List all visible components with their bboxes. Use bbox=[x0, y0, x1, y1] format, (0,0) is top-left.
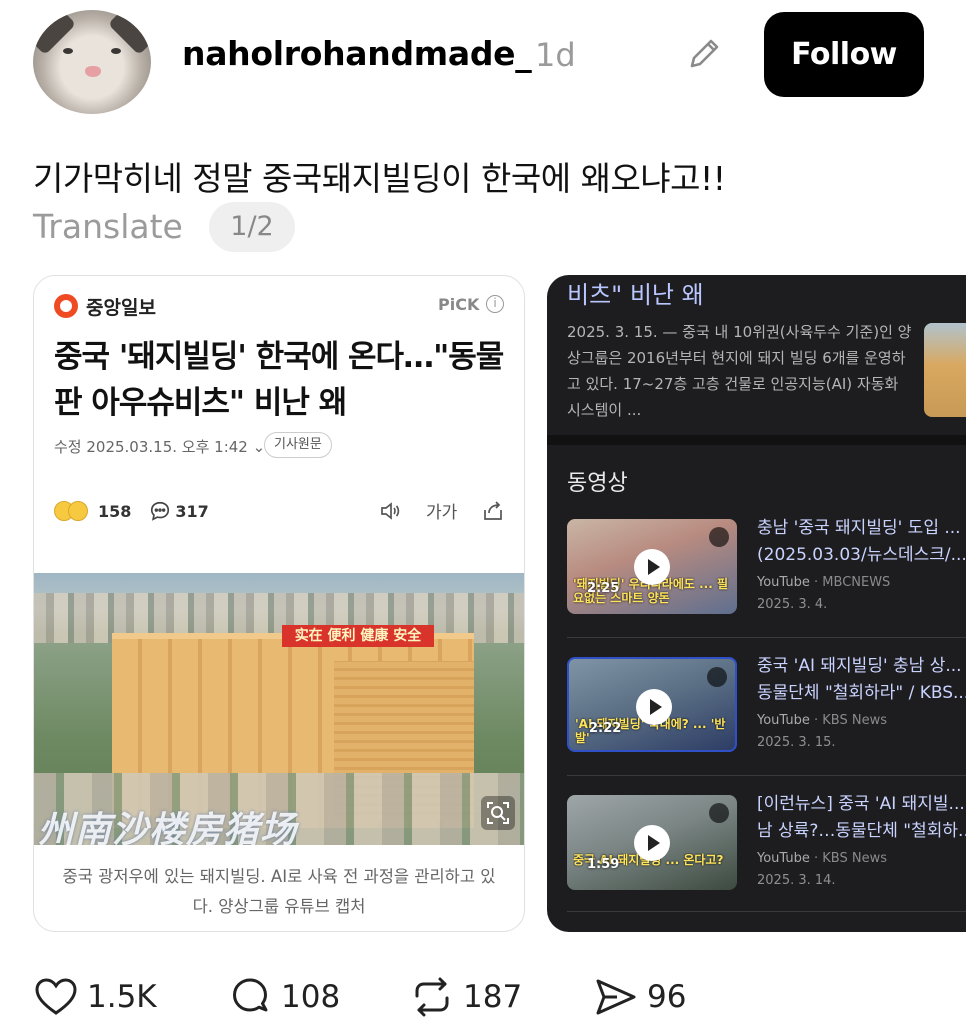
video-channel: MBCNEWS bbox=[822, 575, 891, 590]
video-result[interactable]: 중국 AI 돼지빌딩 ... 온다고? 1:59 [이런뉴스] 중국 'AI 돼… bbox=[567, 794, 966, 905]
info-icon[interactable]: i bbox=[486, 295, 504, 313]
play-icon[interactable] bbox=[634, 825, 670, 861]
article-timestamp: 수정 2025.03.15. 오후 1:42 bbox=[54, 438, 248, 456]
page-indicator: 1/2 bbox=[209, 202, 295, 252]
video-thumbnail[interactable]: 'AI 돼지빌딩' 국내에? ... '반발' 2:22 bbox=[567, 657, 737, 752]
article-headline[interactable]: 중국 '돼지빌딩' 한국에 온다…"동물판 아우슈비츠" 비난 왜 bbox=[54, 334, 514, 426]
speaker-icon[interactable] bbox=[378, 499, 402, 523]
comment-count: 317 bbox=[175, 501, 209, 521]
section-divider bbox=[547, 435, 966, 445]
video-duration: 1:59 bbox=[587, 857, 620, 872]
row-separator bbox=[567, 775, 966, 776]
publisher-name: 중앙일보 bbox=[86, 297, 156, 319]
video-title-line: 동물단체 "철회하라" / KBS... bbox=[757, 683, 966, 703]
reaction-emoji-icon[interactable] bbox=[54, 499, 98, 523]
article-card[interactable]: 중앙일보 PiCK i 중국 '돼지빌딩' 한국에 온다…"동물판 아우슈비츠"… bbox=[33, 275, 525, 932]
follow-button[interactable]: Follow bbox=[764, 12, 924, 97]
row-separator bbox=[567, 911, 966, 912]
video-title[interactable]: 중국 'AI 돼지빌딩' 충남 상... 동물단체 "철회하라" / KBS..… bbox=[757, 653, 966, 707]
video-thumbnail[interactable]: 중국 AI 돼지빌딩 ... 온다고? 1:59 bbox=[567, 795, 737, 890]
comment-icon[interactable] bbox=[149, 500, 171, 522]
edit-icon[interactable] bbox=[684, 34, 724, 74]
avatar-nose bbox=[85, 66, 101, 77]
video-source: YouTube · KBS News bbox=[757, 713, 887, 728]
post-time: 1d bbox=[535, 36, 576, 74]
share-icon[interactable] bbox=[481, 499, 505, 523]
row-separator bbox=[567, 637, 966, 638]
avatar-eye bbox=[111, 48, 121, 54]
photo-caption: 중국 광저우에 있는 돼지빌딩. AI로 사육 전 과정을 관리하고 있다. 양… bbox=[62, 867, 496, 916]
zoom-icon[interactable] bbox=[481, 796, 515, 830]
share-count: 96 bbox=[647, 979, 687, 1015]
video-result[interactable]: '돼지빌딩' 우리나라에도 ... 필요없는 스마트 양돈 2:25 충남 '중… bbox=[567, 518, 966, 629]
repost-icon bbox=[415, 977, 449, 1017]
article-tools: 가가 bbox=[378, 498, 505, 523]
video-source: YouTube · MBCNEWS bbox=[757, 575, 890, 590]
avatar-eye bbox=[63, 48, 73, 54]
video-title-line: (2025.03.03/뉴스데스크/... bbox=[757, 545, 966, 565]
publisher-logo bbox=[54, 294, 78, 318]
video-title-line: [이런뉴스] 중국 'AI 돼지빌... bbox=[757, 794, 965, 814]
minimize-icon[interactable] bbox=[707, 667, 727, 687]
minimize-icon[interactable] bbox=[709, 527, 729, 547]
minimize-icon[interactable] bbox=[709, 803, 729, 823]
avatar[interactable] bbox=[33, 10, 151, 114]
translate-link[interactable]: Translate bbox=[33, 207, 183, 246]
video-duration: 2:25 bbox=[587, 581, 620, 596]
play-icon[interactable] bbox=[636, 689, 672, 725]
like-count: 1.5K bbox=[87, 979, 157, 1015]
video-title[interactable]: [이런뉴스] 중국 'AI 돼지빌... 남 상륙?…동물단체 "철회하... bbox=[757, 791, 966, 845]
article-meta: 수정 2025.03.15. 오후 1:42 ⌄ bbox=[54, 436, 265, 457]
result-thumbnail[interactable] bbox=[924, 323, 966, 417]
video-section-heading: 동영상 bbox=[567, 471, 628, 496]
reactions-bar: 158 317 bbox=[54, 498, 227, 524]
result-snippet: 2025. 3. 15. — 중국 내 10위권(사육두수 기준)인 양상그룹은… bbox=[567, 323, 912, 419]
repost-count: 187 bbox=[463, 979, 523, 1015]
pick-label: PiCK bbox=[438, 295, 480, 314]
video-thumbnail[interactable]: '돼지빌딩' 우리나라에도 ... 필요없는 스마트 양돈 2:25 bbox=[567, 519, 737, 614]
video-result[interactable]: 'AI 돼지빌딩' 국내에? ... '반발' 2:22 중국 'AI 돼지빌딩… bbox=[567, 656, 966, 767]
video-platform: YouTube bbox=[757, 713, 810, 728]
reply-count: 108 bbox=[281, 979, 341, 1015]
video-platform: YouTube bbox=[757, 851, 810, 866]
reaction-count: 158 bbox=[98, 501, 132, 521]
video-title-line: 중국 'AI 돼지빌딩' 충남 상... bbox=[757, 656, 962, 676]
username[interactable]: naholrohandmade_ bbox=[182, 34, 532, 73]
video-title-line: 남 상륙?…동물단체 "철회하... bbox=[757, 821, 966, 841]
photo-sign: 实在 便利 健康 安全 bbox=[282, 625, 434, 647]
search-results-card[interactable]: 비츠" 비난 왜 2025. 3. 15. — 중국 내 10위권(사육두수 기… bbox=[547, 275, 966, 932]
heart-icon bbox=[35, 978, 77, 1015]
video-platform: YouTube bbox=[757, 575, 810, 590]
video-duration: 2:22 bbox=[589, 721, 622, 736]
original-article-badge[interactable]: 기사원문 bbox=[264, 432, 332, 458]
repost-button[interactable]: 187 bbox=[409, 972, 522, 1022]
font-size-button[interactable]: 가가 bbox=[426, 498, 457, 523]
article-photo[interactable]: 实在 便利 健康 安全 州南沙楼房猪场 bbox=[34, 573, 524, 845]
result-title[interactable]: 비츠" 비난 왜 bbox=[567, 275, 704, 310]
video-date: 2025. 3. 14. bbox=[757, 873, 836, 888]
reply-button[interactable]: 108 bbox=[227, 972, 340, 1022]
video-source: YouTube · KBS News bbox=[757, 851, 887, 866]
video-title-line: 충남 '중국 돼지빌딩' 도입 ... bbox=[757, 518, 961, 538]
share-button[interactable]: 96 bbox=[593, 972, 686, 1022]
video-channel: KBS News bbox=[822, 851, 888, 866]
like-button[interactable]: 1.5K bbox=[33, 972, 157, 1022]
video-channel: KBS News bbox=[822, 713, 888, 728]
video-date: 2025. 3. 4. bbox=[757, 597, 828, 612]
play-icon[interactable] bbox=[634, 549, 670, 585]
photo-watermark: 州南沙楼房猪场 bbox=[38, 810, 298, 845]
video-date: 2025. 3. 15. bbox=[757, 735, 836, 750]
reply-icon bbox=[233, 978, 268, 1012]
video-title[interactable]: 충남 '중국 돼지빌딩' 도입 ... (2025.03.03/뉴스데스크/..… bbox=[757, 515, 966, 569]
post-caption: 기가막히네 정말 중국돼지빌딩이 한국에 왜오냐고!! bbox=[33, 159, 726, 198]
send-icon bbox=[596, 979, 636, 1015]
